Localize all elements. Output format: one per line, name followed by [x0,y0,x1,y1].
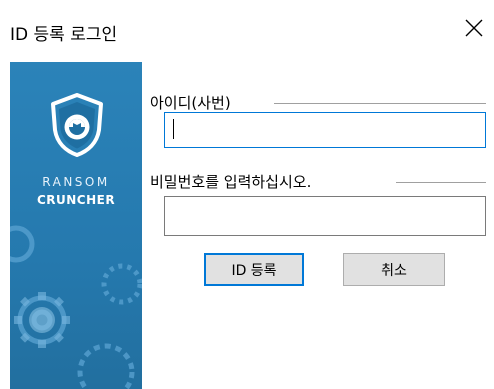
password-group-line [396,182,486,183]
window-title: ID 등록 로그인 [10,25,118,45]
id-label: 아이디(사번) [150,92,237,113]
title-bar: ID 등록 로그인 [0,0,494,62]
gear-icon [10,225,142,389]
text-caret [173,119,174,139]
register-id-button[interactable]: ID 등록 [204,253,304,286]
password-label: 비밀번호를 입력하십시오. [150,171,318,192]
close-icon[interactable] [462,16,486,40]
brand-name-line1: RANSOM [42,175,110,189]
password-input[interactable] [164,196,486,236]
id-group-line [274,103,486,104]
shield-logo-icon [51,93,103,157]
brand-name-line2: CRUNCHER [36,193,116,207]
cancel-button[interactable]: 취소 [343,253,445,286]
id-input[interactable] [164,112,486,148]
brand-sidebar: RANSOM CRUNCHER [10,62,142,389]
